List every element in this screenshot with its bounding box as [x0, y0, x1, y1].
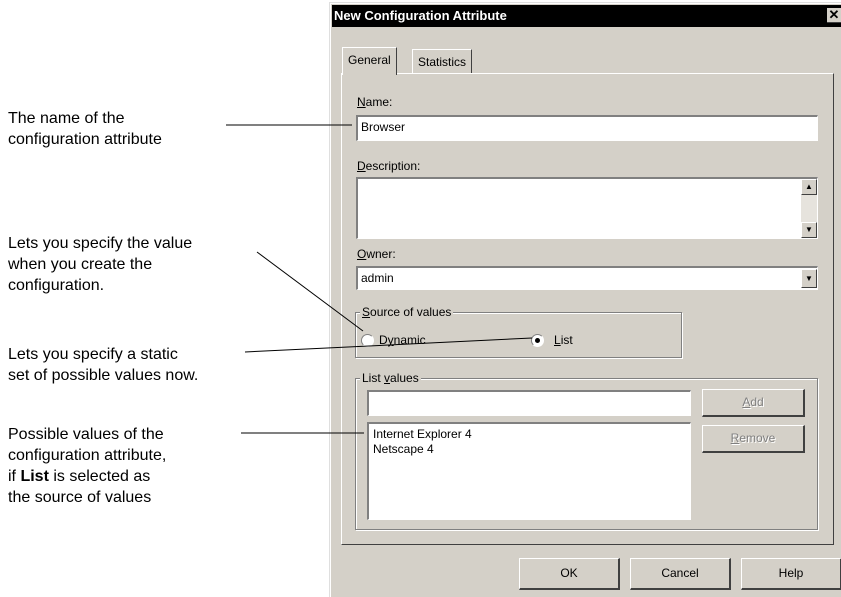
list-radio-label-mnemonic: L — [554, 333, 561, 347]
callout-values-line3-bold: List — [20, 468, 49, 485]
owner-select[interactable]: admin ▼ — [356, 266, 818, 290]
callout-values-line3-post: is selected as — [48, 468, 151, 485]
owner-label-rest: wner: — [366, 247, 396, 261]
callout-values-line2: configuration attribute, — [8, 447, 167, 464]
tab-general-label: General — [348, 53, 391, 67]
description-scrollbar[interactable]: ▲ ▼ — [801, 179, 817, 238]
title-bar[interactable]: New Configuration Attribute ✕ — [332, 5, 841, 27]
callout-values-line3: if List is selected as — [8, 466, 166, 487]
dialog-title: New Configuration Attribute — [334, 8, 507, 23]
description-label-mnemonic: D — [357, 159, 366, 173]
list-values-label-pre: List — [362, 371, 385, 385]
owner-label: Owner: — [357, 247, 396, 261]
scroll-up-icon[interactable]: ▲ — [801, 179, 817, 195]
callout-name-line2: configuration attribute — [8, 131, 162, 148]
chevron-down-icon[interactable]: ▼ — [801, 269, 817, 288]
dynamic-radio-label-pre: D — [379, 333, 388, 347]
name-input[interactable]: Browser — [356, 115, 818, 141]
list-radio-selected-dot — [535, 338, 540, 343]
name-label-mnemonic: N — [357, 95, 366, 109]
list-values-label-rest: alues — [390, 371, 419, 385]
source-group-rest: ource of values — [370, 305, 452, 319]
callout-values-line3-pre: if — [8, 468, 21, 485]
description-textarea[interactable]: ▲ ▼ — [356, 177, 818, 239]
tab-statistics-label: Statistics — [418, 55, 467, 69]
list-item[interactable]: Netscape 4 — [372, 442, 690, 457]
remove-button-mnemonic: R — [730, 431, 740, 445]
new-value-input[interactable] — [367, 390, 691, 416]
callout-dynamic-line1: Lets you specify the value — [8, 235, 193, 252]
close-icon[interactable]: ✕ — [827, 8, 841, 23]
list-radio-label[interactable]: List — [554, 333, 573, 347]
list-item[interactable]: Internet Explorer 4 — [372, 427, 690, 442]
description-label-rest: escription: — [365, 159, 421, 173]
tab-general[interactable]: General — [342, 47, 397, 75]
owner-label-mnemonic: O — [357, 247, 367, 261]
add-button-rest: dd — [750, 395, 764, 409]
dynamic-radio[interactable] — [361, 334, 374, 347]
list-radio[interactable] — [531, 334, 544, 347]
help-button[interactable]: Help — [741, 558, 841, 590]
dynamic-radio-label[interactable]: Dynamic — [379, 333, 426, 347]
remove-button-rest: emove — [739, 431, 776, 445]
callout-dynamic: Lets you specify the value when you crea… — [8, 233, 192, 296]
cancel-button-label: Cancel — [661, 566, 699, 580]
callout-dynamic-line2: when you create the — [8, 256, 153, 273]
scroll-down-icon[interactable]: ▼ — [801, 222, 817, 238]
name-label-rest: ame: — [365, 95, 393, 109]
ok-button[interactable]: OK — [519, 558, 620, 590]
callout-values-line4: the source of values — [8, 489, 152, 506]
callout-values-line1: Possible values of the — [8, 426, 164, 443]
cancel-button[interactable]: Cancel — [630, 558, 731, 590]
values-listbox[interactable]: Internet Explorer 4 Netscape 4 — [367, 422, 691, 520]
config-attribute-dialog: New Configuration Attribute ✕ General St… — [329, 2, 841, 597]
dynamic-radio-label-rest: namic — [393, 333, 426, 347]
description-label: Description: — [357, 159, 420, 173]
callout-name-line1: The name of the — [8, 110, 125, 127]
name-input-value: Browser — [361, 120, 406, 134]
list-values-label: List values — [360, 371, 421, 385]
ok-button-label: OK — [560, 566, 578, 580]
list-radio-label-rest: ist — [560, 333, 573, 347]
callout-list-line1: Lets you specify a static — [8, 346, 178, 363]
callout-dynamic-line3: configuration. — [8, 277, 105, 294]
source-of-values-label: Source of values — [360, 305, 454, 319]
tab-statistics[interactable]: Statistics — [412, 49, 473, 73]
help-button-label: Help — [778, 566, 804, 580]
add-button[interactable]: Add — [702, 389, 805, 417]
callout-list: Lets you specify a static set of possibl… — [8, 344, 198, 386]
owner-value: admin — [361, 271, 394, 285]
source-group-mnemonic: S — [362, 305, 371, 319]
remove-button[interactable]: Remove — [702, 425, 805, 453]
callout-list-line2: set of possible values now. — [8, 367, 199, 384]
callout-name: The name of the configuration attribute — [8, 108, 162, 150]
name-label: Name: — [357, 95, 392, 109]
callout-values: Possible values of the configuration att… — [8, 424, 166, 508]
